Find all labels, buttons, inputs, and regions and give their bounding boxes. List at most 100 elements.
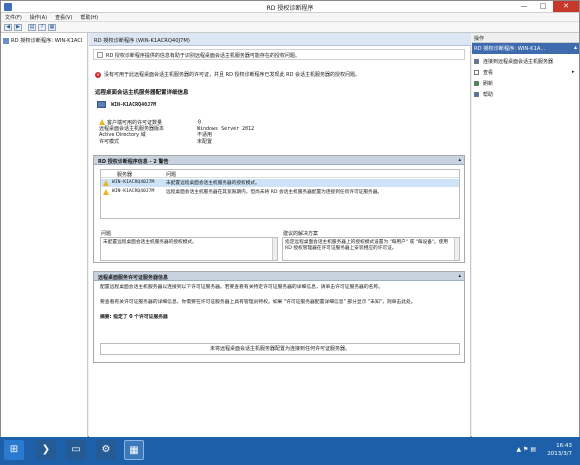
menu-bar: 文件(F) 操作(A) 查看(V) 帮助(H): [1, 13, 579, 22]
info-bar: RD 授权诊断程序提供的信息有助于识别远程桌面会话主机服务器可能存在的授权问题。: [93, 49, 465, 60]
diagnoser-info-panel: RD 授权诊断程序信息 - 2 警告 ▴ 服务器 问题 WIN-K1ACRQ40J…: [93, 155, 465, 263]
host-label: WIN-K1ACRQ40J7M: [111, 102, 157, 108]
menu-help[interactable]: 帮助(H): [76, 13, 102, 22]
actions-pane: 操作 RD 授权诊断程序: WIN-K1A... ▴ 连接到远程桌面会话主机服务器…: [472, 33, 579, 438]
minimize-button[interactable]: —: [515, 1, 533, 12]
detail-value: Windows Server 2012: [197, 125, 255, 132]
help-icon[interactable]: ?: [38, 24, 46, 31]
list-item[interactable]: WIN-K1ACRQ40J7M 未配置远程桌面会话主机服务器的授权模式。: [101, 179, 459, 187]
tree-node-rd-diagnoser[interactable]: RD 授权诊断程序: WIN-K1ACI: [3, 37, 83, 44]
warning-icon: [103, 180, 109, 186]
action-help[interactable]: 帮助: [474, 91, 493, 98]
actions-header: 操作: [472, 33, 579, 43]
row-issue: 未配置远程桌面会话主机服务器的授权模式。: [166, 181, 260, 186]
error-message: ✕ 没有可用于此远程桌面会话主机服务器的许可证，并且 RD 授权诊断程序已发现此 …: [95, 71, 465, 78]
row-server: WIN-K1ACRQ40J7M: [112, 189, 155, 194]
row-issue: 远程桌面会话主机服务器在其宽限期内，但尚未将 RD 会话主机服务器配置为连接到任…: [166, 190, 383, 195]
summary-text: 摘要: 指定了 0 个许可证服务器: [100, 315, 168, 320]
error-icon: ✕: [95, 71, 101, 78]
action-refresh[interactable]: 刷新: [474, 80, 493, 87]
error-text: 没有可用于此远程桌面会话主机服务器的许可证，并且 RD 授权诊断程序已发现此 R…: [104, 72, 361, 78]
list-item[interactable]: WIN-K1ACRQ40J7M 远程桌面会话主机服务器在其宽限期内，但尚未将 R…: [101, 188, 459, 196]
main-window: RD 授权诊断程序 — □ ✕ 文件(F) 操作(A) 查看(V) 帮助(H) ◀ ▶…: [0, 0, 580, 438]
scrollbar[interactable]: [272, 238, 277, 260]
show-hide-action-pane-icon[interactable]: ▦: [48, 24, 56, 31]
problem-label: 问题: [101, 231, 112, 237]
list-header: 服务器 问题: [101, 170, 459, 178]
show-hide-tree-icon[interactable]: ▤: [28, 24, 36, 31]
panel-header[interactable]: RD 授权诊断程序信息 - 2 警告 ▴: [94, 156, 464, 165]
solution-box[interactable]: 建议的解决方案 指定远程桌面会话主机服务器上的授权模式设置为 "每用户" 或 "…: [282, 231, 460, 261]
column-server[interactable]: 服务器: [117, 171, 132, 178]
tray-icons[interactable]: ▲ ⚑ ▤: [517, 446, 536, 453]
config-section-title: 远程桌面会话主机服务器配置详细信息: [95, 90, 189, 96]
console-tree: RD 授权诊断程序: WIN-K1ACI: [1, 33, 88, 438]
action-label: 查看: [483, 70, 494, 76]
maximize-button[interactable]: □: [534, 1, 552, 12]
solution-label: 建议的解决方案: [283, 231, 319, 237]
start-icon[interactable]: ⊞: [4, 440, 24, 460]
problem-text: 未配置远程桌面会话主机服务器的授权模式。: [103, 240, 197, 245]
server-manager-icon[interactable]: ⚙: [96, 440, 116, 460]
collapse-icon[interactable]: ▴: [458, 157, 461, 163]
host-name: WIN-K1ACRQ40J7M: [97, 101, 156, 108]
results-header: RD 授权诊断程序 (WIN-K1ACRQ40J7M): [89, 33, 471, 46]
license-server-list[interactable]: 未将远程桌面会话主机服务器配置为连接到任何许可证服务器。: [100, 343, 460, 355]
rd-diagnoser-task-icon[interactable]: ▦: [124, 440, 144, 460]
results-pane: RD 授权诊断程序 (WIN-K1ACRQ40J7M) RD 授权诊断程序提供的…: [89, 33, 471, 438]
back-icon[interactable]: ◀: [4, 24, 12, 31]
detail-row: 许可模式 未配置: [99, 139, 254, 145]
column-issue[interactable]: 问题: [166, 171, 176, 178]
detail-value: 不适用: [197, 132, 213, 139]
collapse-icon[interactable]: ▴: [574, 44, 577, 51]
diagnoser-icon: [3, 37, 9, 44]
panel-note: 要查看有关许可证服务器的详细信息，你需要在许可证服务器上具有管理员特权。如果 "…: [100, 300, 416, 305]
submenu-arrow-icon: ▸: [572, 69, 575, 75]
panel-title: RD 授权诊断程序信息 - 2 警告: [98, 159, 169, 165]
solution-text: 指定远程桌面会话主机服务器上的授权模式设置为 "每用户" 或 "每设备"。使用 …: [285, 240, 449, 251]
panel-header[interactable]: 远程桌面服务许可证服务器信息 ▴: [94, 272, 464, 281]
info-icon: [97, 52, 103, 58]
panel-description: 配置远程桌面会话主机服务器以连接到以下许可证服务器。若要查看有关特定许可证服务器…: [100, 285, 384, 290]
config-details: 客户端可用的许可证数量 0 远程桌面会话主机服务器版本 Windows Server…: [99, 119, 254, 145]
warning-icon: [99, 119, 105, 125]
collapse-icon[interactable]: ▴: [458, 273, 461, 279]
detail-label: 许可模式: [99, 138, 120, 145]
powershell-icon[interactable]: ❯: [36, 440, 56, 460]
refresh-icon: [474, 81, 479, 86]
menu-file[interactable]: 文件(F): [1, 13, 26, 22]
toolbar: ◀ ▶ ▤ ? ▦: [1, 22, 579, 33]
taskbar: ⊞ ❯ ▭ ⚙ ▦ ▲ ⚑ ▤ 16:43 2013/3/7: [0, 437, 580, 465]
warning-icon: [103, 189, 109, 195]
license-server-panel: 远程桌面服务许可证服务器信息 ▴ 配置远程桌面会话主机服务器以连接到以下许可证服务…: [93, 271, 465, 363]
menu-view[interactable]: 查看(V): [51, 13, 76, 22]
actions-subheader[interactable]: RD 授权诊断程序: WIN-K1A... ▴: [472, 43, 579, 54]
forward-icon[interactable]: ▶: [14, 24, 22, 31]
detail-row: 客户端可用的许可证数量 0: [99, 119, 254, 126]
action-label: 帮助: [483, 92, 494, 98]
info-text: RD 授权诊断程序提供的信息有助于识别远程桌面会话主机服务器可能存在的授权问题。: [106, 53, 300, 59]
clock-date: 2013/3/7: [547, 451, 572, 457]
action-view[interactable]: 查看 ▸: [474, 69, 575, 76]
connect-icon: [474, 59, 479, 64]
detail-value: 未配置: [197, 138, 213, 145]
scrollbar[interactable]: [454, 238, 459, 260]
help-icon: [474, 92, 479, 97]
clock-time: 16:43: [556, 443, 572, 449]
tree-node-label: RD 授权诊断程序: WIN-K1ACI: [11, 38, 83, 44]
problem-box[interactable]: 问题 未配置远程桌面会话主机服务器的授权模式。: [100, 231, 278, 261]
action-label: 刷新: [483, 81, 494, 87]
menu-action[interactable]: 操作(A): [26, 13, 51, 22]
warnings-list[interactable]: 服务器 问题 WIN-K1ACRQ40J7M 未配置远程桌面会话主机服务器的授权…: [100, 169, 460, 219]
clock[interactable]: 16:43 2013/3/7: [547, 442, 572, 458]
server-icon: [97, 101, 106, 108]
close-button[interactable]: ✕: [553, 1, 579, 12]
window-title: RD 授权诊断程序: [266, 5, 314, 12]
panel-title: 远程桌面服务许可证服务器信息: [98, 275, 169, 281]
row-server: WIN-K1ACRQ40J7M: [112, 180, 155, 185]
detail-value: 0: [198, 119, 202, 126]
actions-subheader-label: RD 授权诊断程序: WIN-K1A...: [474, 46, 546, 52]
actions-title: 操作: [474, 36, 485, 42]
file-explorer-icon[interactable]: ▭: [66, 440, 86, 460]
action-connect[interactable]: 连接到远程桌面会话主机服务器: [474, 58, 553, 65]
